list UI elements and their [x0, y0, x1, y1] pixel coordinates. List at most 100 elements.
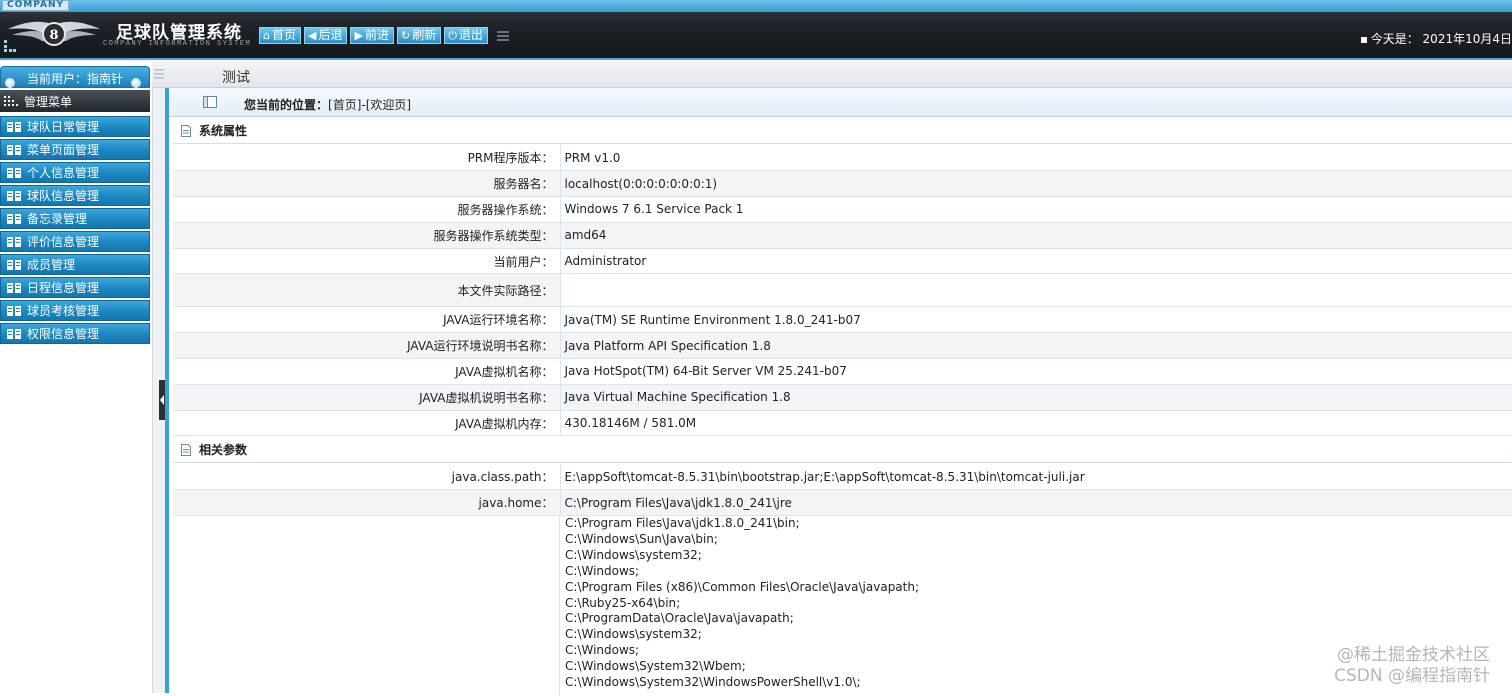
sidebar-item-label: 球队信息管理	[27, 189, 100, 203]
sidebar-item-label: 日程信息管理	[27, 281, 100, 295]
arrow-right-icon: ▶	[354, 29, 363, 42]
document-icon	[181, 124, 191, 137]
pin-icon	[5, 78, 15, 94]
table-row: JAVA运行环境说明书名称： Java Platform API Specific…	[173, 332, 1512, 360]
refresh-icon: ↻	[400, 29, 411, 42]
section-header-system: 系统属性	[173, 118, 1512, 144]
property-key: 服务器操作系统类型：	[173, 222, 561, 249]
table-row: java.home： C:\Program Files\Java\jdk1.8.0…	[173, 489, 1512, 517]
property-key: 服务器名：	[173, 170, 561, 198]
book-icon	[7, 167, 21, 178]
breadcrumb-label: 您当前的位置：	[244, 98, 329, 112]
sidebar-item-player-assessment[interactable]: 球员考核管理	[0, 300, 150, 321]
property-key: 本文件实际路径：	[173, 273, 561, 308]
main-content: 您当前的位置：[首页]-[欢迎页] 系统属性 PRM程序版本： PRM v1.0 …	[165, 88, 1512, 696]
table-row: 本文件实际路径：	[173, 273, 1512, 308]
home-button[interactable]: ⌂ 首页	[259, 27, 301, 44]
property-key: java.class.path：	[173, 464, 561, 491]
top-nav: ⌂ 首页 ◀ 后退 ▶ 前进 ↻ 刷新 ⏻ 退出	[259, 27, 509, 44]
property-key: 当前用户：	[173, 248, 561, 275]
today-date-text: 今天是： 2021年10月4日	[1370, 32, 1512, 46]
watermark-line: @稀土掘金技术社区	[1337, 645, 1490, 665]
property-key: 服务器操作系统：	[173, 196, 561, 223]
book-icon	[7, 236, 21, 247]
property-value: Java(TM) SE Runtime Environment 1.8.0_24…	[560, 306, 1512, 334]
related-params-table: java.class.path： E:\appSoft\tomcat-8.5.31…	[173, 464, 1512, 517]
section-title: 系统属性	[199, 124, 248, 138]
property-value: Java Virtual Machine Specification 1.8	[560, 384, 1512, 411]
book-icon	[7, 213, 21, 224]
breadcrumb: 您当前的位置：[首页]-[欢迎页]	[169, 88, 1512, 117]
system-properties-table: PRM程序版本： PRM v1.0 服务器名： localhost(0:0:0:0:…	[173, 145, 1512, 437]
property-key: JAVA虚拟机名称：	[173, 358, 561, 385]
property-key: JAVA运行环境说明书名称：	[173, 332, 561, 360]
grip-icon	[154, 69, 164, 79]
list-lines-icon	[496, 30, 509, 41]
property-key: JAVA运行环境名称：	[173, 306, 561, 334]
book-icon	[7, 190, 21, 201]
sidebar: 当前用户：指南针 管理菜单 球队日常管理 菜单页面管理 个人信息管理 球队信息管…	[0, 62, 152, 693]
sidebar-item-permissions[interactable]: 权限信息管理	[0, 323, 150, 344]
header-top-strip	[0, 0, 1512, 12]
table-row: JAVA虚拟机名称： Java HotSpot(TM) 64-Bit Server…	[173, 358, 1512, 385]
refresh-button[interactable]: ↻ 刷新	[396, 27, 442, 44]
table-row: 服务器操作系统： Windows 7 6.1 Service Pack 1	[173, 196, 1512, 223]
svg-text:8: 8	[49, 28, 58, 43]
table-row: JAVA虚拟机内存： 430.18146M / 581.0M	[173, 410, 1512, 437]
sidebar-item-label: 菜单页面管理	[27, 143, 100, 157]
back-button-label: 后退	[318, 28, 343, 42]
sidebar-item-members[interactable]: 成员管理	[0, 254, 150, 275]
forward-button[interactable]: ▶ 前进	[350, 27, 394, 44]
property-value: E:\appSoft\tomcat-8.5.31\bin\bootstrap.j…	[560, 464, 1512, 491]
book-icon	[7, 305, 21, 316]
watermark: @稀土掘金技术社区 CSDN @编程指南针	[1334, 645, 1490, 687]
property-value: Windows 7 6.1 Service Pack 1	[560, 196, 1512, 223]
property-key: java.home：	[173, 489, 561, 517]
menu-list: 球队日常管理 菜单页面管理 个人信息管理 球队信息管理 备忘录管理 评价信息管理…	[0, 116, 152, 346]
sidebar-item-label: 球员考核管理	[27, 304, 100, 318]
sidebar-item-personal-info[interactable]: 个人信息管理	[0, 162, 150, 183]
back-button[interactable]: ◀ 后退	[304, 27, 348, 44]
grid-dots-icon	[4, 40, 16, 52]
sidebar-item-schedule[interactable]: 日程信息管理	[0, 277, 150, 298]
sidebar-item-label: 成员管理	[27, 258, 76, 272]
sidebar-item-team-info[interactable]: 球队信息管理	[0, 185, 150, 206]
table-row: java.class.path： E:\appSoft\tomcat-8.5.31…	[173, 464, 1512, 491]
refresh-button-label: 刷新	[412, 28, 437, 42]
book-icon	[7, 282, 21, 293]
content-title: 测试	[222, 70, 250, 86]
property-value: amd64	[560, 222, 1512, 249]
logo-icon: 8	[8, 21, 100, 46]
sidebar-item-label: 个人信息管理	[27, 166, 100, 180]
logout-button[interactable]: ⏻ 退出	[444, 27, 488, 44]
home-button-label: 首页	[271, 28, 296, 42]
property-key: JAVA虚拟机说明书名称：	[173, 384, 561, 411]
property-value: Java Platform API Specification 1.8	[560, 332, 1512, 360]
watermark-line: CSDN @编程指南针	[1334, 666, 1490, 686]
current-user-box: 当前用户：指南针	[0, 66, 150, 94]
app-header: COMPANY 8 足球队管理系统 COMPANY INFORMATION SY…	[0, 0, 1512, 60]
table-row: 服务器操作系统类型： amd64	[173, 222, 1512, 249]
library-path-row: C:\Program Files\Java\jdk1.8.0_241\bin; …	[173, 516, 1512, 696]
pin-icon	[131, 78, 141, 94]
book-icon	[7, 328, 21, 339]
sidebar-item-label: 备忘录管理	[27, 212, 88, 226]
property-value: Java HotSpot(TM) 64-Bit Server VM 25.241…	[560, 358, 1512, 385]
power-icon: ⏻	[448, 29, 457, 42]
sidebar-item-evaluation[interactable]: 评价信息管理	[0, 231, 150, 252]
app-subtitle: COMPANY INFORMATION SYSTEM	[103, 40, 252, 48]
table-row: PRM程序版本： PRM v1.0	[173, 145, 1512, 172]
property-value: PRM v1.0	[560, 145, 1512, 172]
property-value: localhost(0:0:0:0:0:0:0:1)	[560, 170, 1512, 198]
book-icon	[7, 259, 21, 270]
sidebar-item-menu-page[interactable]: 菜单页面管理	[0, 139, 150, 160]
forward-button-label: 前进	[364, 28, 389, 42]
property-value: C:\Program Files\Java\jdk1.8.0_241\jre	[560, 489, 1512, 517]
sidebar-item-team-daily[interactable]: 球队日常管理	[0, 116, 150, 137]
sidebar-item-memo[interactable]: 备忘录管理	[0, 208, 150, 229]
table-row: JAVA运行环境名称： Java(TM) SE Runtime Environme…	[173, 306, 1512, 334]
book-icon	[7, 121, 21, 132]
current-user-label: 当前用户：指南针	[27, 72, 124, 86]
window-icon	[203, 96, 217, 108]
content-title-bar: 测试	[152, 62, 1512, 88]
